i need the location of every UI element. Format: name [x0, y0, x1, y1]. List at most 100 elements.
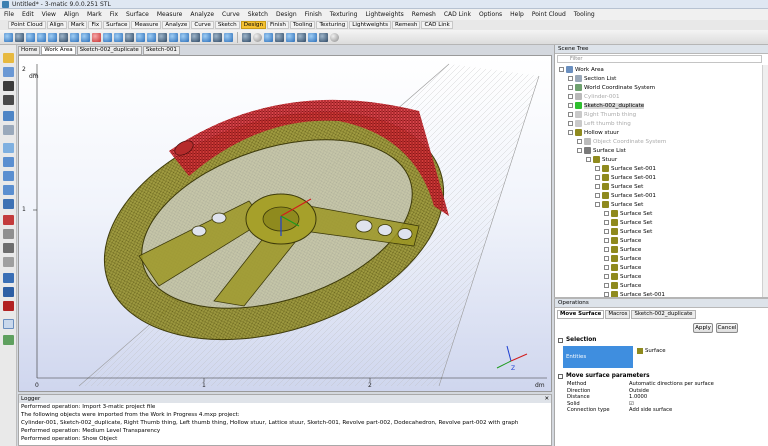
expand-icon[interactable]	[604, 238, 609, 243]
pointer-icon[interactable]	[242, 32, 251, 42]
cylinder-view-icon[interactable]	[286, 32, 295, 42]
boolean-icon[interactable]	[92, 32, 101, 42]
ribbon-tab-surface[interactable]: Surface	[103, 21, 131, 29]
expand-icon[interactable]	[577, 148, 582, 153]
operation-tab[interactable]: Macros	[605, 310, 631, 319]
menu-item-analyze[interactable]: Analyze	[190, 11, 214, 18]
open-icon[interactable]	[3, 53, 14, 63]
ribbon-tab-curve[interactable]: Curve	[191, 21, 214, 29]
ribbon-tab-analyze[interactable]: Analyze	[162, 21, 191, 29]
tree-item[interactable]: Surface	[604, 254, 641, 263]
tree-item[interactable]: Surface Set-001	[595, 191, 656, 200]
menu-item-options[interactable]: Options	[479, 11, 502, 18]
ribbon-tab-cad-link[interactable]: CAD Link	[421, 21, 453, 29]
pan-icon[interactable]	[3, 157, 14, 167]
menu-item-cad-link[interactable]: CAD Link	[444, 11, 471, 18]
ribbon-tab-fix[interactable]: Fix	[88, 21, 103, 29]
menu-item-texturing[interactable]: Texturing	[330, 11, 358, 18]
expand-icon[interactable]	[604, 229, 609, 234]
parameter-row[interactable]: Direction Outside	[567, 388, 649, 394]
tree-item[interactable]: Surface	[604, 281, 641, 290]
save-icon[interactable]	[3, 67, 14, 77]
expand-icon[interactable]	[604, 274, 609, 279]
clipping-icon[interactable]	[3, 301, 14, 311]
menu-item-tooling[interactable]: Tooling	[574, 11, 595, 18]
menu-item-sketch[interactable]: Sketch	[248, 11, 268, 18]
sphere-view-icon[interactable]	[308, 32, 317, 42]
ribbon-tab-align[interactable]: Align	[46, 21, 67, 29]
tree-item[interactable]: Surface Set	[595, 182, 643, 191]
tree-item[interactable]: Hollow stuur	[568, 128, 619, 137]
menu-item-help[interactable]: Help	[510, 11, 524, 18]
expand-icon[interactable]	[604, 256, 609, 261]
connect-icon[interactable]	[213, 32, 222, 42]
offset-icon[interactable]	[114, 32, 123, 42]
cylinder-icon[interactable]	[37, 32, 46, 42]
menu-item-align[interactable]: Align	[64, 11, 79, 18]
shell-icon[interactable]	[125, 32, 134, 42]
menu-item-file[interactable]: File	[4, 11, 14, 18]
expand-icon[interactable]	[595, 175, 600, 180]
parameter-row[interactable]: Connection type Add side surface	[567, 407, 672, 413]
tree-item[interactable]: Stuur	[586, 155, 617, 164]
operation-tab[interactable]: Sketch-002_duplicate	[631, 310, 696, 319]
scene-tree-filter[interactable]: Filter	[557, 55, 762, 63]
operation-tab[interactable]: Move Surface	[557, 310, 605, 319]
scene-tree-scrollbar[interactable]	[762, 65, 768, 299]
menu-item-mark[interactable]: Mark	[87, 11, 102, 18]
ribbon-tab-lightweights[interactable]: Lightweights	[349, 21, 392, 29]
cone-icon[interactable]	[48, 32, 57, 42]
entities-field[interactable]: Entities	[563, 346, 633, 368]
tree-item[interactable]: Cylinder-001	[568, 92, 620, 101]
ribbon-tab-mark[interactable]: Mark	[67, 21, 88, 29]
ribbon-tab-tooling[interactable]: Tooling	[289, 21, 316, 29]
menu-item-fix[interactable]: Fix	[110, 11, 118, 18]
menu-item-design[interactable]: Design	[276, 11, 297, 18]
menu-item-lightweights[interactable]: Lightweights	[365, 11, 403, 18]
split-icon[interactable]	[224, 32, 233, 42]
menu-item-edit[interactable]: Edit	[22, 11, 34, 18]
box-view-icon[interactable]	[297, 32, 306, 42]
expand-icon[interactable]	[604, 265, 609, 270]
zoom-fit-icon[interactable]	[3, 199, 14, 209]
local-offset-icon[interactable]	[191, 32, 200, 42]
select-icon[interactable]	[3, 143, 14, 153]
redo-icon[interactable]	[3, 125, 14, 135]
ribbon-tab-remesh[interactable]: Remesh	[392, 21, 421, 29]
tree-item[interactable]: Surface	[604, 236, 641, 245]
hollow-icon[interactable]	[103, 32, 112, 42]
doc-tab[interactable]: Home	[18, 46, 41, 55]
undo-icon[interactable]	[3, 111, 14, 121]
top-view-icon[interactable]	[3, 243, 14, 253]
collapse-icon[interactable]	[558, 373, 563, 379]
sphere-icon[interactable]	[59, 32, 68, 42]
duplicate-icon[interactable]	[169, 32, 178, 42]
menu-item-remesh[interactable]: Remesh	[412, 11, 436, 18]
expand-icon[interactable]	[595, 193, 600, 198]
ribbon-tab-sketch[interactable]: Sketch	[214, 21, 240, 29]
tree-item[interactable]: Surface Set-001	[595, 164, 656, 173]
tree-item[interactable]: Surface	[604, 245, 641, 254]
menu-item-measure[interactable]: Measure	[157, 11, 183, 18]
expand-icon[interactable]	[568, 112, 573, 117]
ribbon-tab-design[interactable]: Design	[240, 21, 267, 29]
selection-section[interactable]: Selection	[558, 337, 596, 343]
tree-item[interactable]: World Coordinate System	[568, 83, 655, 92]
menu-item-surface[interactable]: Surface	[126, 11, 149, 18]
new-icon[interactable]	[4, 32, 13, 42]
ribbon-tab-finish[interactable]: Finish	[267, 21, 289, 29]
smooth-icon[interactable]	[202, 32, 211, 42]
tree-item[interactable]: Left thumb thing	[568, 119, 631, 128]
revolve-icon[interactable]	[147, 32, 156, 42]
expand-icon[interactable]	[559, 67, 564, 72]
parameter-value[interactable]: Automatic directions per surface	[629, 381, 714, 387]
ribbon-tab-texturing[interactable]: Texturing	[316, 21, 349, 29]
lattice-icon[interactable]	[136, 32, 145, 42]
tree-item[interactable]: Object Coordinate System	[577, 137, 666, 146]
shading-icon[interactable]	[3, 273, 14, 283]
tree-item[interactable]: Right Thumb thing	[568, 110, 636, 119]
tree-item[interactable]: Section List	[568, 74, 616, 83]
apply-button[interactable]: Apply	[693, 323, 713, 333]
tree-item[interactable]: Surface	[604, 263, 641, 272]
expand-icon[interactable]	[568, 121, 573, 126]
